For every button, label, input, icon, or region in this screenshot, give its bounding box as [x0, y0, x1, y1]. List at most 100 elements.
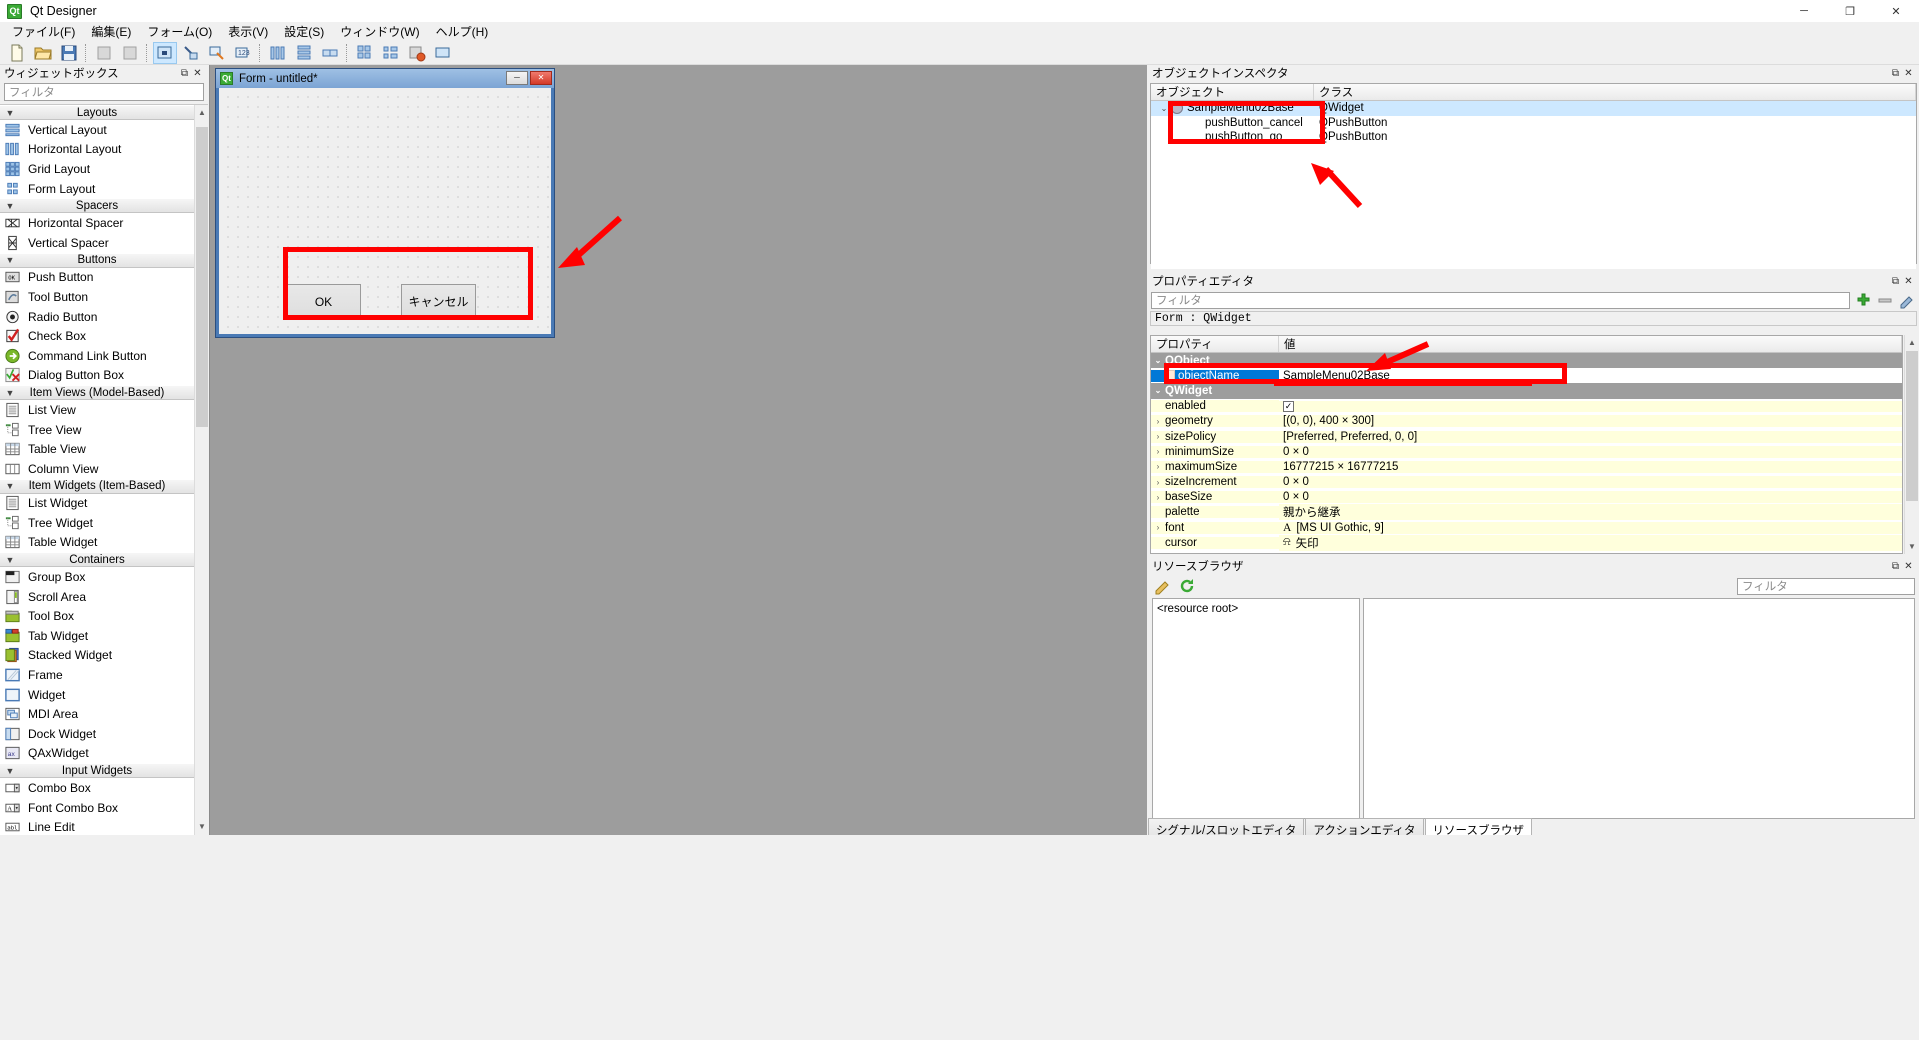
widget-item[interactable]: Table Widget	[0, 532, 194, 553]
widget-item[interactable]: Horizontal Layout	[0, 139, 194, 160]
widget-item[interactable]: Stacked Widget	[0, 645, 194, 666]
menu-view[interactable]: 表示(V)	[220, 21, 276, 42]
scroll-up-arrow[interactable]: ▲	[1905, 335, 1919, 350]
scrollbar-thumb[interactable]	[196, 127, 208, 427]
widget-category-header[interactable]: ▼ Item Views (Model-Based)	[0, 385, 194, 401]
widget-category-header[interactable]: ▼ Containers	[0, 552, 194, 568]
property-row[interactable]: ⌄ QWidget	[1151, 383, 1902, 399]
float-icon[interactable]: ⧉	[1889, 68, 1902, 79]
widget-item[interactable]: Group Box	[0, 567, 194, 587]
remove-icon[interactable]	[1875, 291, 1894, 309]
close-icon[interactable]: ✕	[1902, 561, 1915, 572]
property-value-label[interactable]: SampleMenu02Base	[1283, 370, 1390, 382]
widget-item[interactable]: Tree Widget	[0, 513, 194, 533]
redo-icon[interactable]	[118, 42, 142, 64]
property-editor-rows[interactable]: ⌄ QObject objectName SampleMenu02Base ⌄ QWidg…	[1151, 353, 1902, 551]
new-file-icon[interactable]	[5, 42, 29, 64]
configure-icon[interactable]	[1897, 291, 1916, 309]
property-row[interactable]: ⌄ QObject	[1151, 353, 1902, 369]
menu-help[interactable]: ヘルプ(H)	[428, 21, 497, 42]
column-header-class[interactable]: クラス	[1314, 84, 1916, 100]
reload-icon[interactable]	[1177, 577, 1196, 595]
form-canvas-body[interactable]: OK キャンセル	[219, 88, 551, 334]
close-icon[interactable]: ✕	[1902, 276, 1915, 287]
float-icon[interactable]: ⧉	[1889, 561, 1902, 572]
widget-item[interactable]: Combo Box	[0, 778, 194, 798]
close-icon[interactable]: ✕	[1902, 68, 1915, 79]
menu-file[interactable]: ファイル(F)	[4, 21, 83, 42]
chevron-down-icon[interactable]: ⌄	[1151, 386, 1165, 395]
resource-filter-input[interactable]: フィルタ	[1737, 577, 1915, 595]
open-folder-icon[interactable]	[31, 42, 55, 64]
expander-icon[interactable]: ›	[1151, 493, 1165, 502]
edit-tab-order-icon[interactable]: 123	[231, 42, 255, 64]
expander-icon[interactable]: ›	[1151, 523, 1165, 532]
property-row[interactable]: › geometry [(0, 0), 400 × 300]	[1151, 414, 1902, 429]
widget-item[interactable]: List Widget	[0, 493, 194, 514]
menu-edit[interactable]: 編集(E)	[83, 21, 139, 42]
property-row[interactable]: objectName SampleMenu02Base	[1151, 368, 1902, 383]
widget-item[interactable]: Check Box	[0, 326, 194, 346]
resource-tree[interactable]: <resource root>	[1152, 598, 1360, 819]
property-row[interactable]: › sizeIncrement 0 × 0	[1151, 475, 1902, 490]
save-icon[interactable]	[57, 42, 81, 64]
widget-item[interactable]: MDI Area	[0, 704, 194, 725]
expander-icon[interactable]: ›	[1151, 478, 1165, 487]
widget-category-header[interactable]: ▼ Input Widgets	[0, 763, 194, 779]
widget-item[interactable]: Tool Button	[0, 287, 194, 307]
widget-item[interactable]: Radio Button	[0, 306, 194, 327]
edit-signals-slots-icon[interactable]	[179, 42, 203, 64]
pencil-icon[interactable]	[1152, 577, 1171, 595]
widget-box-scrollbar[interactable]: ▲ ▼	[194, 105, 208, 835]
property-row[interactable]: palette 親から継承	[1151, 504, 1902, 521]
property-row[interactable]: › baseSize 0 × 0	[1151, 490, 1902, 505]
close-button[interactable]: ✕	[1873, 0, 1919, 22]
layout-vertical-icon[interactable]	[292, 42, 316, 64]
property-editor-scrollbar[interactable]: ▲ ▼	[1904, 335, 1918, 554]
edit-widgets-icon[interactable]	[153, 41, 177, 64]
column-header-value[interactable]: 値	[1279, 336, 1902, 352]
property-row[interactable]: › font A [MS UI Gothic, 9]	[1151, 520, 1902, 535]
object-tree-row[interactable]: ⌄ SampleMenu02Base QWidget	[1151, 101, 1916, 116]
widget-category-header[interactable]: ▼ Item Widgets (Item-Based)	[0, 478, 194, 494]
widget-category-header[interactable]: ▼ Buttons	[0, 252, 194, 268]
scroll-down-arrow[interactable]: ▼	[1905, 539, 1919, 554]
widget-item[interactable]: abl Line Edit	[0, 817, 194, 835]
form-ok-button[interactable]: OK	[286, 284, 361, 319]
widget-category-header[interactable]: ▼ Spacers	[0, 198, 194, 214]
property-row[interactable]: › minimumSize 0 × 0	[1151, 444, 1902, 459]
form-close-button[interactable]: ✕	[530, 71, 552, 85]
widget-item[interactable]: Dialog Button Box	[0, 365, 194, 386]
add-icon[interactable]	[1853, 291, 1872, 309]
break-layout-icon[interactable]	[405, 42, 429, 64]
property-filter-input[interactable]: フィルタ	[1151, 291, 1850, 309]
expander-icon[interactable]: ›	[1151, 417, 1165, 426]
widget-item[interactable]: ax QAxWidget	[0, 743, 194, 764]
object-inspector-tree[interactable]: ⌄ SampleMenu02Base QWidget pushButton_cance…	[1151, 101, 1916, 269]
close-icon[interactable]: ✕	[191, 68, 204, 79]
layout-grid-icon[interactable]	[353, 42, 377, 64]
scroll-up-arrow[interactable]: ▲	[195, 105, 208, 121]
widget-item[interactable]: Vertical Layout	[0, 120, 194, 140]
widget-item[interactable]: Vertical Spacer	[0, 232, 194, 253]
widget-item[interactable]: Command Link Button	[0, 345, 194, 366]
menu-window[interactable]: ウィンドウ(W)	[332, 21, 427, 42]
widget-item[interactable]: A Font Combo Box	[0, 797, 194, 818]
property-row[interactable]: › sizePolicy [Preferred, Preferred, 0, 0]	[1151, 429, 1902, 444]
widget-item[interactable]: Table View	[0, 439, 194, 459]
property-row[interactable]: enabled ✓	[1151, 399, 1902, 414]
widget-item[interactable]: Horizontal Spacer	[0, 213, 194, 233]
widget-item[interactable]: Column View	[0, 458, 194, 479]
layout-horizontal-icon[interactable]	[266, 42, 290, 64]
design-canvas[interactable]: Qt Form - untitled* ─ ✕ OK キャンセル	[209, 65, 1147, 835]
layout-splitter-h-icon[interactable]	[318, 42, 342, 64]
object-tree-row[interactable]: pushButton_cancel QPushButton	[1151, 116, 1916, 131]
edit-buddies-icon[interactable]	[205, 42, 229, 64]
property-row[interactable]: cursor ⍾ 矢印	[1151, 534, 1902, 551]
expander-icon[interactable]: ›	[1151, 432, 1165, 441]
undo-icon[interactable]	[92, 42, 116, 64]
widget-item[interactable]: Frame	[0, 665, 194, 685]
column-header-object[interactable]: オブジェクト	[1151, 84, 1314, 100]
form-minimize-button[interactable]: ─	[506, 71, 528, 85]
form-titlebar[interactable]: Qt Form - untitled* ─ ✕	[216, 69, 554, 88]
